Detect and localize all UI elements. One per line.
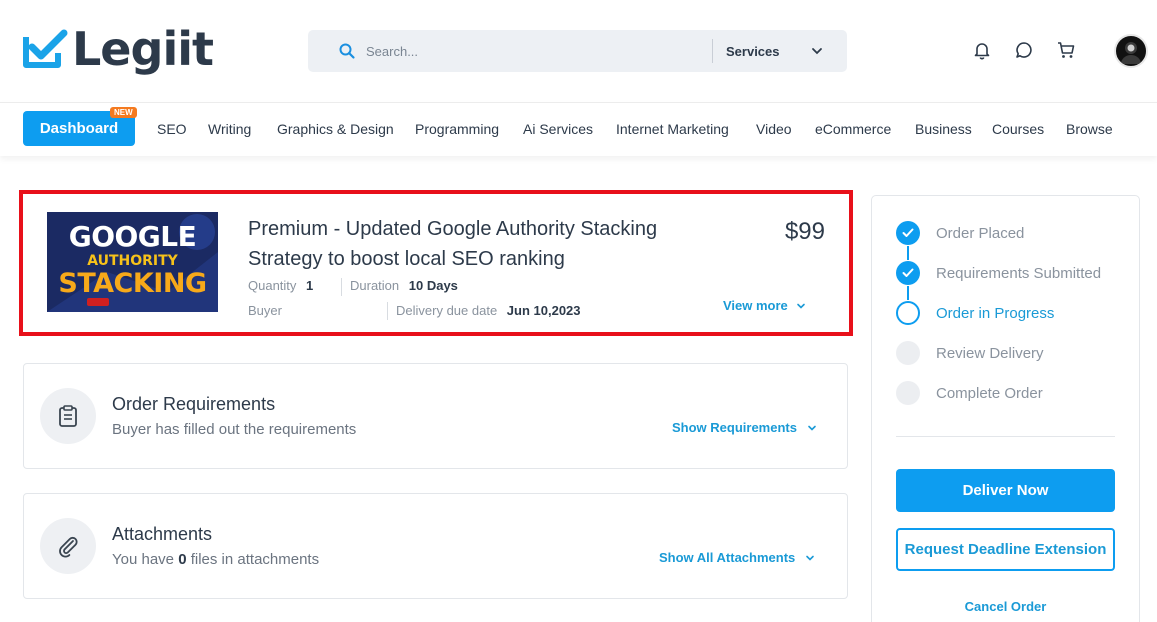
nav-item-writing[interactable]: Writing — [208, 121, 251, 137]
deliver-now-button[interactable]: Deliver Now — [896, 469, 1115, 512]
nav-item-programming[interactable]: Programming — [415, 121, 499, 137]
check-icon — [896, 221, 920, 245]
nav-item-browse[interactable]: Browse — [1066, 121, 1113, 137]
chat-icon[interactable] — [1014, 40, 1034, 60]
order-title[interactable]: Premium - Updated Google Authority Stack… — [248, 214, 718, 274]
deliver-now-label: Deliver Now — [962, 482, 1049, 499]
duration-value: 10 Days — [408, 278, 458, 293]
nav-item-ecommerce[interactable]: eCommerce — [815, 121, 891, 137]
nav-item-internet-marketing[interactable]: Internet Marketing — [616, 121, 729, 137]
user-avatar[interactable] — [1114, 34, 1148, 68]
order-requirements-card: Order Requirements Buyer has filled out … — [23, 363, 848, 469]
search-icon[interactable] — [338, 42, 356, 60]
progress-step-complete-order: Complete Order — [896, 380, 1043, 406]
thumbnail-text-google: GOOGLE — [68, 220, 197, 253]
attachments-subtitle: You have 0 files in attachments — [112, 551, 319, 568]
dashboard-button-label: Dashboard — [39, 120, 119, 137]
due-date-meta: Delivery due date Jun 10,2023 — [396, 303, 581, 318]
paperclip-icon-circle — [40, 518, 96, 574]
progress-step-label: Requirements Submitted — [936, 264, 1102, 282]
show-all-attachments-label: Show All Attachments — [659, 550, 796, 565]
cancel-order-link[interactable]: Cancel Order — [896, 599, 1115, 614]
duration-meta: Duration 10 Days — [350, 278, 458, 293]
header: Legiit Services — [0, 0, 1157, 102]
duration-label: Duration — [350, 278, 400, 293]
meta-divider — [341, 278, 342, 296]
order-price: $99 — [784, 218, 825, 245]
bell-icon[interactable] — [972, 40, 992, 60]
cart-icon[interactable] — [1056, 40, 1076, 60]
order-summary-card: GOOGLE AUTHORITY STACKING Premium - Upda… — [19, 190, 853, 336]
nav-item-business[interactable]: Business — [915, 121, 972, 137]
search-input[interactable] — [366, 30, 696, 72]
chevron-down-icon — [806, 555, 815, 561]
active-step-circle-icon — [896, 301, 920, 325]
requirements-subtitle: Buyer has filled out the requirements — [112, 421, 357, 438]
nav-item-graphics-design[interactable]: Graphics & Design — [277, 121, 394, 137]
nav-item-video[interactable]: Video — [756, 121, 792, 137]
request-deadline-extension-button[interactable]: Request Deadline Extension — [896, 528, 1115, 571]
category-select[interactable]: Services — [726, 30, 836, 72]
legiit-logo[interactable]: Legiit — [22, 20, 214, 78]
nav-item-seo[interactable]: SEO — [157, 121, 187, 137]
progress-step-label: Review Delivery — [936, 344, 1044, 362]
nav-item-courses[interactable]: Courses — [992, 121, 1044, 137]
logo-check-icon — [22, 27, 70, 71]
nav-item-ai-services[interactable]: Ai Services — [523, 121, 593, 137]
buyer-label: Buyer — [248, 303, 282, 318]
chevron-down-icon — [796, 303, 805, 309]
progress-connector — [907, 246, 909, 260]
logo-text: Legiit — [72, 22, 214, 76]
meta-divider — [387, 302, 388, 320]
category-select-label: Services — [726, 43, 780, 59]
new-badge: NEW — [110, 107, 137, 118]
due-date-label: Delivery due date — [396, 303, 498, 318]
request-deadline-extension-label: Request Deadline Extension — [904, 541, 1107, 558]
buyer-meta: Buyer — [248, 303, 288, 318]
progress-step-requirements-submitted: Requirements Submitted — [896, 260, 1101, 286]
show-requirements-label: Show Requirements — [672, 420, 797, 435]
progress-step-label: Order Placed — [936, 224, 1025, 242]
requirements-title: Order Requirements — [112, 394, 276, 414]
progress-step-label: Complete Order — [936, 384, 1043, 402]
thumbnail-text-stacking: STACKING — [58, 268, 207, 299]
quantity-value: 1 — [306, 278, 314, 293]
thumbnail-text-authority: AUTHORITY — [87, 253, 178, 269]
attachments-subtitle-post: files in attachments — [190, 551, 320, 568]
progress-step-review-delivery: Review Delivery — [896, 340, 1044, 366]
view-more-label: View more — [723, 298, 788, 313]
category-nav: Dashboard NEW SEO Writing Graphics & Des… — [0, 102, 1157, 156]
due-date-value: Jun 10,2023 — [506, 303, 581, 318]
order-progress-panel: Order Placed Requirements Submitted Orde… — [871, 195, 1140, 622]
clipboard-icon — [59, 405, 77, 427]
check-icon — [896, 261, 920, 285]
pending-step-circle-icon — [896, 381, 920, 405]
attachments-title: Attachments — [112, 524, 213, 544]
show-all-attachments-link[interactable]: Show All Attachments — [659, 550, 815, 565]
search-divider — [712, 39, 713, 63]
quantity-meta: Quantity 1 — [248, 278, 313, 293]
pending-step-circle-icon — [896, 341, 920, 365]
chevron-down-icon — [808, 425, 816, 431]
progress-step-order-placed: Order Placed — [896, 220, 1024, 246]
attachments-count: 0 — [178, 551, 187, 568]
clipboard-icon-circle — [40, 388, 96, 444]
progress-step-order-in-progress: Order in Progress — [896, 300, 1054, 326]
chevron-down-icon — [812, 48, 822, 55]
attachments-card: Attachments You have 0 files in attachme… — [23, 493, 848, 599]
progress-step-label: Order in Progress — [936, 304, 1055, 322]
sidebar-divider — [896, 436, 1115, 437]
attachments-subtitle-pre: You have — [112, 551, 175, 568]
show-requirements-link[interactable]: Show Requirements — [672, 420, 817, 435]
service-thumbnail[interactable]: GOOGLE AUTHORITY STACKING — [47, 212, 218, 312]
paperclip-icon — [59, 536, 78, 558]
view-more-link[interactable]: View more — [723, 298, 806, 313]
quantity-label: Quantity — [248, 278, 297, 293]
progress-connector — [907, 286, 909, 300]
search-bar: Services — [308, 30, 847, 72]
